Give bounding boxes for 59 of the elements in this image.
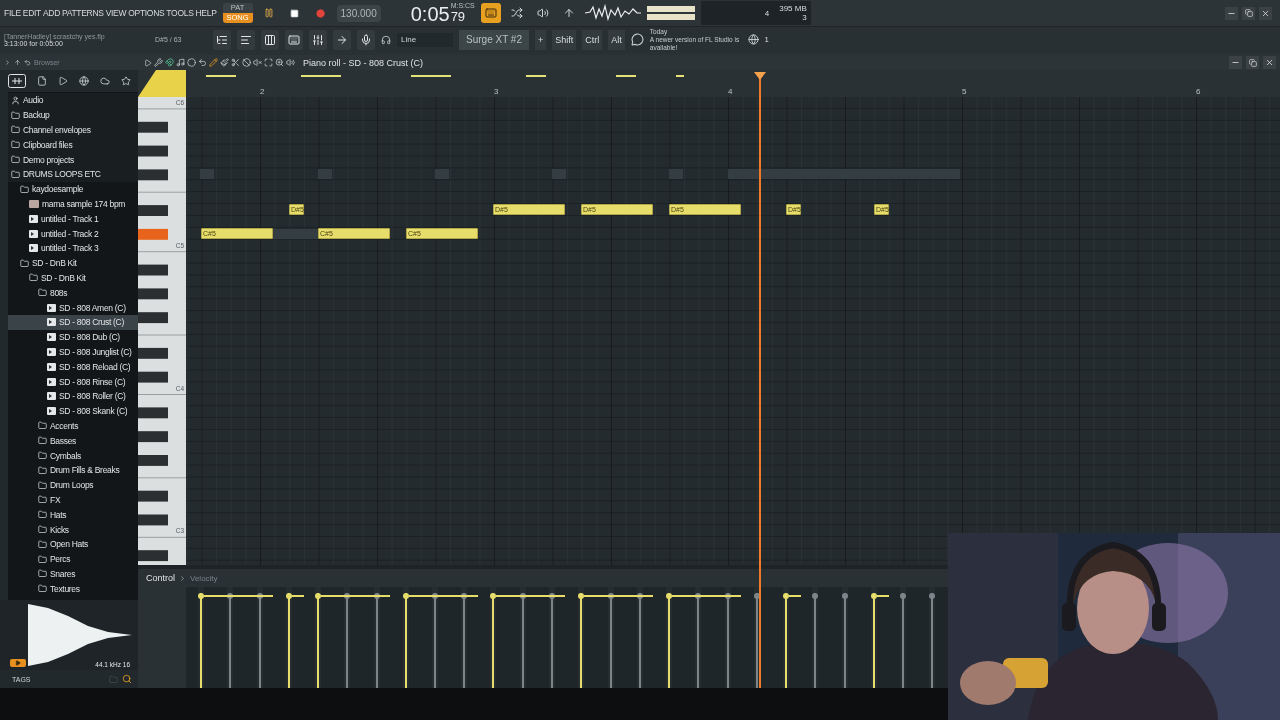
recording-source-select[interactable]: Line: [397, 32, 453, 47]
channel-selector[interactable]: Surge XT #2: [459, 29, 529, 50]
browser-item[interactable]: SD - 808 Skank (C): [8, 403, 138, 419]
tempo-display[interactable]: 130.000: [336, 4, 381, 22]
browser-item[interactable]: SD - 808 Dub (C): [8, 329, 138, 345]
browser-item[interactable]: Drum Loops: [8, 477, 138, 493]
browser-item[interactable]: mama sample 174 bpm: [8, 196, 138, 212]
browser-item[interactable]: untitled - Track 3: [8, 240, 138, 256]
modifier-key[interactable]: Alt: [608, 29, 625, 50]
menu-item[interactable]: VIEW: [105, 8, 127, 18]
browser-item[interactable]: SD - 808 Roller (C): [8, 388, 138, 404]
modifier-key[interactable]: Shift: [552, 29, 577, 50]
browser-item[interactable]: Audio: [8, 93, 138, 108]
browser-item[interactable]: SD - 808 Crust (C): [8, 314, 138, 330]
browser-item[interactable]: SD - DnB Kit: [8, 255, 138, 271]
menu-item[interactable]: PATTERNS: [62, 8, 104, 18]
browser-item[interactable]: Accents: [8, 418, 138, 434]
bar-number: 2: [260, 87, 265, 96]
time-fraction: 79: [450, 9, 466, 24]
browser-item[interactable]: Drum Fills & Breaks: [8, 462, 138, 478]
menu-item[interactable]: ADD: [42, 8, 60, 18]
browser-item[interactable]: Clipboard files: [8, 137, 138, 153]
lane-label: Velocity: [190, 573, 218, 583]
memory-usage: 395 MB: [779, 4, 807, 13]
browser-item[interactable]: SD - 808 Amen (C): [8, 300, 138, 315]
bar-number: 6: [1196, 87, 1201, 96]
time-display: 0:05: [410, 4, 450, 24]
browser-item[interactable]: SD - 808 Junglist (C): [8, 344, 138, 360]
voice-count: 4: [764, 8, 770, 18]
menu-item[interactable]: OPTIONS: [128, 8, 165, 18]
bar-number: 4: [728, 87, 733, 96]
menu-item[interactable]: HELP: [195, 8, 217, 18]
control-label[interactable]: Control: [146, 573, 175, 583]
menu-item[interactable]: TOOLS: [166, 8, 194, 18]
menu-item[interactable]: FILE: [4, 8, 21, 18]
browser-item[interactable]: untitled - Track 2: [8, 226, 138, 241]
browser-item[interactable]: 808s: [8, 285, 138, 301]
browser-item[interactable]: Basses: [8, 433, 138, 449]
modifier-key[interactable]: Ctrl: [582, 29, 603, 50]
browser-item[interactable]: untitled - Track 1: [8, 211, 138, 227]
browser-item[interactable]: Kicks: [8, 522, 138, 537]
window-title: Piano roll - SD - 808 Crust (C): [303, 57, 424, 68]
browser-item[interactable]: Open Hats: [8, 536, 138, 552]
browser-item[interactable]: Cymbals: [8, 448, 138, 463]
cpu-usage: 3: [802, 13, 807, 22]
browser-item[interactable]: kaydoesample: [8, 181, 138, 197]
browser-item[interactable]: Textures: [8, 581, 138, 597]
browser-item[interactable]: Demo projects: [8, 152, 138, 167]
menu-item[interactable]: EDIT: [22, 8, 41, 18]
browser-item[interactable]: Snares: [8, 566, 138, 582]
bar-number: 3: [494, 87, 499, 96]
bar-number: 5: [962, 87, 967, 96]
browser-item[interactable]: SD - DnB Kit: [8, 270, 138, 286]
browser-item[interactable]: FX: [8, 492, 138, 508]
browser-item[interactable]: Hats: [8, 507, 138, 523]
browser-item[interactable]: Percs: [8, 551, 138, 567]
browser-item[interactable]: SD - 808 Reload (C): [8, 359, 138, 375]
add-channel-button[interactable]: +: [535, 29, 547, 50]
browser-item[interactable]: SD - 808 Rinse (C): [8, 374, 138, 389]
